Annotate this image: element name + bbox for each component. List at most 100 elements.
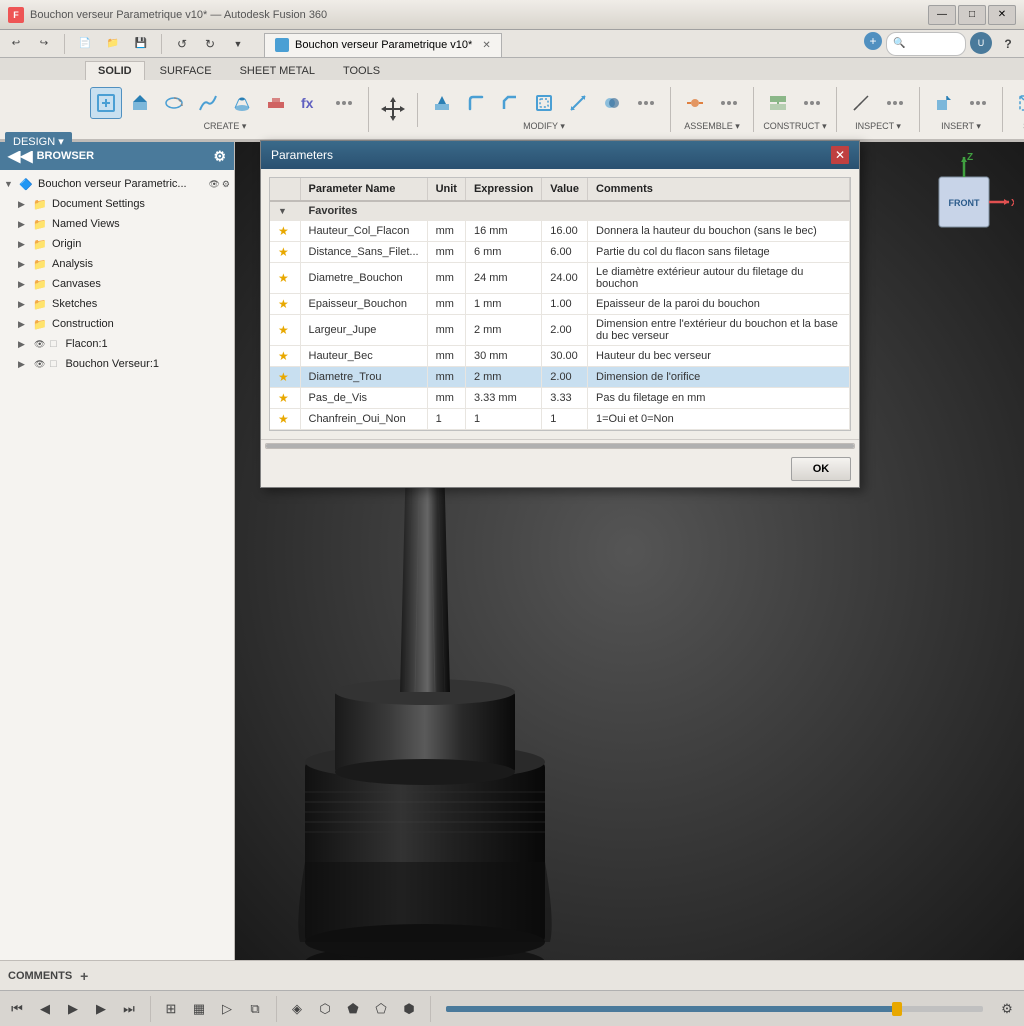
table-row[interactable]: ★ Distance_Sans_Filet... mm 6 mm 6.00 Pa… xyxy=(270,242,850,263)
shell-btn[interactable] xyxy=(528,87,560,119)
expression-cell[interactable]: 24 mm xyxy=(465,263,541,294)
eye-icon-8[interactable]: 👁 xyxy=(34,339,45,350)
more-assemble-btn[interactable] xyxy=(713,87,745,119)
more-modify-btn[interactable] xyxy=(630,87,662,119)
select-btn[interactable] xyxy=(1011,87,1024,119)
sketches-btn[interactable]: ⬟ xyxy=(340,996,366,1022)
undo-button[interactable]: ↩ xyxy=(4,32,28,56)
settings-gear-btn[interactable]: ⚙ xyxy=(994,996,1020,1022)
prev-frame-btn[interactable]: ⏮ xyxy=(4,996,30,1022)
account-icon[interactable]: U xyxy=(970,32,992,54)
next-btn[interactable]: ▶ xyxy=(88,996,114,1022)
design-dropdown[interactable]: DESIGN ▾ xyxy=(5,132,72,151)
document-tab[interactable]: Bouchon verseur Parametrique v10* ✕ xyxy=(264,33,502,57)
play-btn[interactable]: ▶ xyxy=(60,996,86,1022)
table-row[interactable]: ★ Epaisseur_Bouchon mm 1 mm 1.00 Epaisse… xyxy=(270,294,850,315)
expression-cell[interactable]: 1 mm xyxy=(465,294,541,315)
grid-view-btn[interactable]: ⊞ xyxy=(158,996,184,1022)
fx-btn[interactable]: fx xyxy=(294,87,326,119)
bodies-btn[interactable]: ◈ xyxy=(284,996,310,1022)
expression-cell[interactable]: 2 mm xyxy=(465,367,541,388)
tab-sheet-metal[interactable]: SHEET METAL xyxy=(227,61,328,80)
tree-item-doc-settings[interactable]: ▶ 📁 Document Settings xyxy=(14,194,234,214)
add-tab-button[interactable]: + xyxy=(864,32,882,50)
help-search[interactable]: 🔍 xyxy=(886,32,966,56)
extrude-btn[interactable] xyxy=(124,87,156,119)
timeline-marker[interactable] xyxy=(892,1002,902,1016)
more-create-btn[interactable] xyxy=(328,87,360,119)
star-cell[interactable]: ★ xyxy=(270,346,300,367)
minimize-button[interactable]: — xyxy=(928,5,956,25)
more-inspect-btn[interactable] xyxy=(879,87,911,119)
browser-options-btn[interactable]: ⚙ xyxy=(213,148,226,165)
timeline-view-btn[interactable]: ⧉ xyxy=(242,996,268,1022)
help-button[interactable]: ? xyxy=(996,32,1020,56)
redo-button[interactable]: ↪ xyxy=(32,32,56,56)
dialog-close-button[interactable]: ✕ xyxy=(831,146,849,164)
expression-cell[interactable]: 1 xyxy=(465,409,541,430)
tree-item-canvases[interactable]: ▶ 📁 Canvases xyxy=(14,274,234,294)
move-btn[interactable] xyxy=(377,93,409,125)
new-component-btn[interactable] xyxy=(90,87,122,119)
more-construct-btn[interactable] xyxy=(796,87,828,119)
table-row[interactable]: ★ Hauteur_Col_Flacon mm 16 mm 16.00 Donn… xyxy=(270,221,850,242)
tree-item-flacon[interactable]: ▶ 👁 □ Flacon:1 xyxy=(14,334,234,354)
tab-close-button[interactable]: ✕ xyxy=(482,40,490,51)
open-button[interactable]: 📁 xyxy=(101,32,125,56)
joint-btn[interactable] xyxy=(679,87,711,119)
loft-btn[interactable] xyxy=(226,87,258,119)
prev-btn[interactable]: ◀ xyxy=(32,996,58,1022)
params-table-container[interactable]: Parameter Name Unit Expression Value Com… xyxy=(269,177,851,431)
rib-btn[interactable] xyxy=(260,87,292,119)
eye-icon-0[interactable]: 👁 xyxy=(208,179,219,190)
table-row[interactable]: ★ Largeur_Jupe mm 2 mm 2.00 Dimension en… xyxy=(270,315,850,346)
undo2-button[interactable]: ↺ xyxy=(170,32,194,56)
tab-solid[interactable]: SOLID xyxy=(85,61,145,80)
timeline-btn[interactable]: ▦ xyxy=(186,996,212,1022)
table-row[interactable]: ★ Diametre_Bouchon mm 24 mm 24.00 Le dia… xyxy=(270,263,850,294)
construction-btn[interactable]: ⬠ xyxy=(368,996,394,1022)
star-cell[interactable]: ★ xyxy=(270,221,300,242)
star-cell[interactable]: ★ xyxy=(270,388,300,409)
chamfer-btn[interactable] xyxy=(494,87,526,119)
table-row[interactable]: ★ Diametre_Trou mm 2 mm 2.00 Dimension d… xyxy=(270,367,850,388)
gear-icon-0[interactable]: ⚙ xyxy=(222,179,230,190)
tree-item-analysis[interactable]: ▶ 📁 Analysis xyxy=(14,254,234,274)
table-row[interactable]: ★ Chanfrein_Oui_Non 1 1 1 1=Oui et 0=Non xyxy=(270,409,850,430)
tree-item-bouchon[interactable]: ▶ 👁 □ Bouchon Verseur:1 xyxy=(14,354,234,374)
new-button[interactable]: 📄 xyxy=(73,32,97,56)
star-cell[interactable]: ★ xyxy=(270,263,300,294)
maximize-button[interactable]: □ xyxy=(958,5,986,25)
expression-cell[interactable]: 30 mm xyxy=(465,346,541,367)
tree-item-sketches[interactable]: ▶ 📁 Sketches xyxy=(14,294,234,314)
star-cell[interactable]: ★ xyxy=(270,367,300,388)
star-cell[interactable]: ★ xyxy=(270,315,300,346)
next-frame-btn[interactable]: ⏭ xyxy=(116,996,142,1022)
combine-btn[interactable] xyxy=(596,87,628,119)
tree-item-construction[interactable]: ▶ 📁 Construction xyxy=(14,314,234,334)
timeline-bar[interactable] xyxy=(446,1006,983,1012)
insert-derive-btn[interactable] xyxy=(928,87,960,119)
table-row[interactable]: ★ Hauteur_Bec mm 30 mm 30.00 Hauteur du … xyxy=(270,346,850,367)
ok-button[interactable]: OK xyxy=(791,457,851,481)
redo2-button[interactable]: ↻ xyxy=(198,32,222,56)
expression-cell[interactable]: 16 mm xyxy=(465,221,541,242)
table-row[interactable]: ★ Pas_de_Vis mm 3.33 mm 3.33 Pas du file… xyxy=(270,388,850,409)
revolve-btn[interactable] xyxy=(158,87,190,119)
star-cell[interactable]: ★ xyxy=(270,409,300,430)
comments-add-btn[interactable]: + xyxy=(80,968,88,984)
eye-icon-9[interactable]: 👁 xyxy=(34,359,45,370)
joints-btn[interactable]: ⬢ xyxy=(396,996,422,1022)
save-button[interactable]: 💾 xyxy=(129,32,153,56)
expression-cell[interactable]: 3.33 mm xyxy=(465,388,541,409)
star-cell[interactable]: ★ xyxy=(270,242,300,263)
close-button[interactable]: ✕ xyxy=(988,5,1016,25)
tab-tools[interactable]: TOOLS xyxy=(330,61,393,80)
expression-cell[interactable]: 6 mm xyxy=(465,242,541,263)
tree-item-origin[interactable]: ▶ 📁 Origin xyxy=(14,234,234,254)
expression-cell[interactable]: 2 mm xyxy=(465,315,541,346)
tree-item-root[interactable]: ▼ 🔷 Bouchon verseur Parametric... 👁 ⚙ xyxy=(0,174,234,194)
fillet-btn[interactable] xyxy=(460,87,492,119)
tab-surface[interactable]: SURFACE xyxy=(147,61,225,80)
star-cell[interactable]: ★ xyxy=(270,294,300,315)
